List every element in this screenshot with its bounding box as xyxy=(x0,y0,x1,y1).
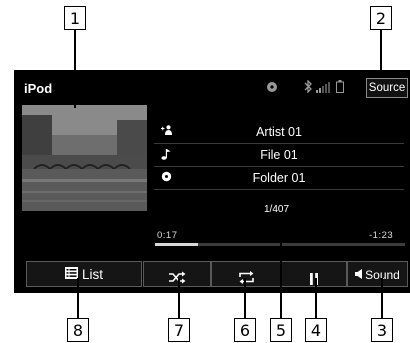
leader-line-6 xyxy=(244,278,246,318)
bluetooth-icon xyxy=(304,79,313,96)
battery-icon xyxy=(336,80,344,96)
callout-8: 8 xyxy=(67,318,89,342)
speaker-icon xyxy=(355,263,363,287)
sound-button[interactable]: Sound xyxy=(347,261,408,287)
cd-icon xyxy=(266,81,278,96)
track-counter: 1/407 xyxy=(264,204,290,215)
callout-7: 7 xyxy=(168,318,190,342)
shuffle-button[interactable] xyxy=(143,261,211,287)
list-label: List xyxy=(81,266,103,282)
leader-line-1 xyxy=(74,30,76,108)
leader-line-3 xyxy=(381,278,383,318)
callout-6: 6 xyxy=(234,318,256,342)
repeat-icon xyxy=(238,262,255,292)
artist-name: Artist 01 xyxy=(256,125,302,139)
file-name: File 01 xyxy=(260,148,298,162)
album-art xyxy=(22,105,147,211)
signal-icon xyxy=(316,81,330,96)
elapsed-time: 0:17 xyxy=(157,230,178,241)
leader-line-4 xyxy=(315,278,317,318)
folder-name: Folder 01 xyxy=(252,171,306,185)
artist-row: Artist 01 xyxy=(154,121,404,144)
leader-line-8 xyxy=(77,278,79,318)
remaining-time: -1:23 xyxy=(369,230,394,241)
screen-title: iPod xyxy=(24,81,53,96)
callout-4: 4 xyxy=(305,318,327,342)
callout-2: 2 xyxy=(370,6,392,30)
leader-line-7 xyxy=(178,278,180,318)
folder-row: Folder 01 xyxy=(154,167,404,190)
list-button[interactable]: List xyxy=(26,261,142,287)
file-row: File 01 xyxy=(154,144,404,167)
progress-fill xyxy=(155,243,198,246)
leader-line-5 xyxy=(280,243,282,318)
repeat-button[interactable] xyxy=(211,261,281,287)
pause-button[interactable] xyxy=(281,261,347,287)
callout-3: 3 xyxy=(371,318,393,342)
leader-line-2 xyxy=(380,30,382,78)
callout-5: 5 xyxy=(270,318,292,342)
pause-icon xyxy=(309,262,319,293)
source-button[interactable]: Source xyxy=(366,78,408,98)
callout-1: 1 xyxy=(64,6,86,30)
shuffle-icon xyxy=(168,262,186,292)
